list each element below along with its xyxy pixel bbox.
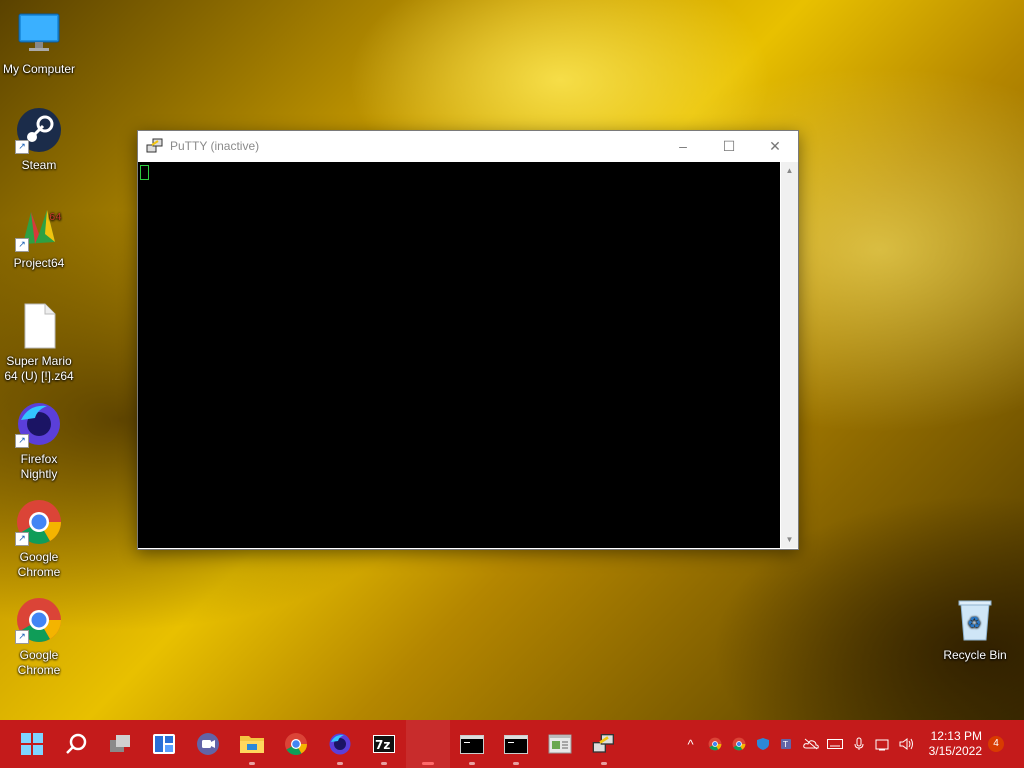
taskbar-terminal[interactable] bbox=[450, 720, 494, 768]
file-icon bbox=[15, 302, 63, 350]
taskbar-notepad[interactable] bbox=[538, 720, 582, 768]
svg-text:T: T bbox=[782, 740, 788, 749]
keyboard-icon[interactable] bbox=[823, 720, 847, 768]
desktop-icon-label: Google Chrome bbox=[17, 550, 61, 579]
security-shield-icon[interactable] bbox=[751, 720, 775, 768]
taskbar-terminal[interactable] bbox=[494, 720, 538, 768]
taskbar-putty-configuration[interactable] bbox=[406, 720, 450, 768]
taskbar-7zip[interactable]: 7z bbox=[362, 720, 406, 768]
window-titlebar[interactable]: PuTTY (inactive) – ☐ ✕ bbox=[138, 131, 798, 161]
taskbar: 7z ^ T 12:13 PM 3/15/2022 4 bbox=[0, 720, 1024, 768]
desktop-icon-steam[interactable]: ↗ Steam bbox=[1, 106, 77, 173]
task-view-button[interactable] bbox=[98, 720, 142, 768]
desktop-icon-label: Firefox Nightly bbox=[20, 452, 58, 481]
svg-text:64: 64 bbox=[49, 212, 62, 223]
desktop-icon-google-chrome[interactable]: ↗ Google Chrome bbox=[1, 596, 77, 678]
desktop-icon-firefox-nightly[interactable]: ↗ Firefox Nightly bbox=[1, 400, 77, 482]
putty-window[interactable]: PuTTY (inactive) – ☐ ✕ ▲ ▼ bbox=[137, 130, 799, 550]
steam-icon: ↗ bbox=[15, 106, 63, 154]
teams-tray-icon[interactable]: T bbox=[775, 720, 799, 768]
monitor-icon bbox=[15, 10, 63, 58]
firefox-nightly-icon: ↗ bbox=[15, 400, 63, 448]
shortcut-arrow-icon: ↗ bbox=[15, 434, 29, 448]
desktop-icon-label: Project64 bbox=[13, 256, 65, 270]
microphone-icon[interactable] bbox=[847, 720, 871, 768]
running-indicator bbox=[469, 762, 475, 765]
taskbar-firefox-nightly[interactable] bbox=[318, 720, 362, 768]
chrome-tray-icon[interactable] bbox=[703, 720, 727, 768]
show-hidden-icons-button[interactable]: ^ bbox=[679, 720, 703, 768]
terminal-icon bbox=[460, 734, 484, 754]
maximize-button[interactable]: ☐ bbox=[706, 131, 752, 161]
chrome-icon bbox=[285, 733, 307, 755]
taskbar-file-explorer[interactable] bbox=[230, 720, 274, 768]
desktop-icon-label: Steam bbox=[21, 158, 57, 172]
folder-icon bbox=[240, 736, 264, 753]
desktop-icon-google-chrome[interactable]: ↗ Google Chrome bbox=[1, 498, 77, 580]
running-indicator bbox=[249, 762, 255, 765]
chrome-tray-icon[interactable] bbox=[727, 720, 751, 768]
shortcut-arrow-icon: ↗ bbox=[15, 238, 29, 252]
clock[interactable]: 12:13 PM 3/15/2022 bbox=[929, 729, 982, 759]
volume-icon[interactable] bbox=[895, 720, 919, 768]
widgets-icon bbox=[153, 734, 175, 754]
scroll-down-icon[interactable]: ▼ bbox=[781, 531, 798, 548]
firefox-nightly-icon bbox=[329, 733, 351, 755]
running-indicator bbox=[381, 762, 387, 765]
taskbar-google-chrome[interactable] bbox=[274, 720, 318, 768]
terminal-cursor bbox=[140, 165, 149, 180]
running-indicator bbox=[601, 762, 607, 765]
putty-icon bbox=[146, 137, 164, 155]
close-button[interactable]: ✕ bbox=[752, 131, 798, 161]
desktop-icon-label: Super Mario 64 (U) [!].z64 bbox=[4, 354, 74, 383]
clock-date: 3/15/2022 bbox=[928, 744, 982, 758]
start-button[interactable] bbox=[10, 720, 54, 768]
desktop-icon-recycle-bin[interactable]: ♻ Recycle Bin bbox=[937, 596, 1013, 663]
desktop-icon-my-computer[interactable]: My Computer bbox=[1, 10, 77, 77]
desktop-icon-label: My Computer bbox=[2, 62, 76, 76]
terminal-scrollbar[interactable]: ▲ ▼ bbox=[781, 162, 798, 548]
putty-config-icon bbox=[415, 732, 441, 756]
desktop-icon-project64[interactable]: 64 ↗ Project64 bbox=[1, 204, 77, 271]
taskbar-putty[interactable] bbox=[582, 720, 626, 768]
minimize-button[interactable]: – bbox=[660, 131, 706, 161]
search-icon bbox=[66, 733, 87, 754]
clock-time: 12:13 PM bbox=[930, 729, 982, 743]
task-view-icon bbox=[110, 735, 130, 752]
widgets-button[interactable] bbox=[142, 720, 186, 768]
search-button[interactable] bbox=[54, 720, 98, 768]
recycle-bin-icon: ♻ bbox=[951, 596, 999, 644]
project64-icon: 64 ↗ bbox=[15, 204, 63, 252]
desktop: My Computer ↗ Steam 64 ↗ Project64 Super… bbox=[0, 0, 1024, 720]
running-indicator bbox=[337, 762, 343, 765]
desktop-icon-label: Google Chrome bbox=[17, 648, 61, 677]
chrome-icon: ↗ bbox=[15, 596, 63, 644]
system-tray: ^ T 12:13 PM 3/15/2022 4 bbox=[679, 720, 1024, 768]
window-title: PuTTY (inactive) bbox=[170, 139, 260, 153]
notification-badge[interactable]: 4 bbox=[988, 736, 1004, 752]
putty-icon bbox=[592, 734, 614, 753]
teams-chat-icon bbox=[197, 733, 219, 755]
running-indicator bbox=[513, 762, 519, 765]
active-indicator bbox=[422, 762, 434, 765]
desktop-icon-rom-file[interactable]: Super Mario 64 (U) [!].z64 bbox=[1, 302, 77, 384]
terminal-area[interactable] bbox=[138, 162, 780, 548]
svg-text:7z: 7z bbox=[375, 738, 390, 752]
terminal-icon bbox=[504, 734, 528, 754]
onedrive-icon[interactable] bbox=[799, 720, 823, 768]
windows-icon bbox=[21, 733, 43, 755]
network-icon[interactable] bbox=[871, 720, 895, 768]
7zip-icon: 7z bbox=[373, 735, 395, 753]
desktop-icon-label: Recycle Bin bbox=[943, 648, 1007, 662]
scroll-up-icon[interactable]: ▲ bbox=[781, 162, 798, 179]
shortcut-arrow-icon: ↗ bbox=[15, 630, 29, 644]
chrome-icon: ↗ bbox=[15, 498, 63, 546]
notepad-icon bbox=[548, 734, 572, 754]
svg-text:♻: ♻ bbox=[967, 613, 981, 632]
shortcut-arrow-icon: ↗ bbox=[15, 532, 29, 546]
shortcut-arrow-icon: ↗ bbox=[15, 140, 29, 154]
chat-button[interactable] bbox=[186, 720, 230, 768]
